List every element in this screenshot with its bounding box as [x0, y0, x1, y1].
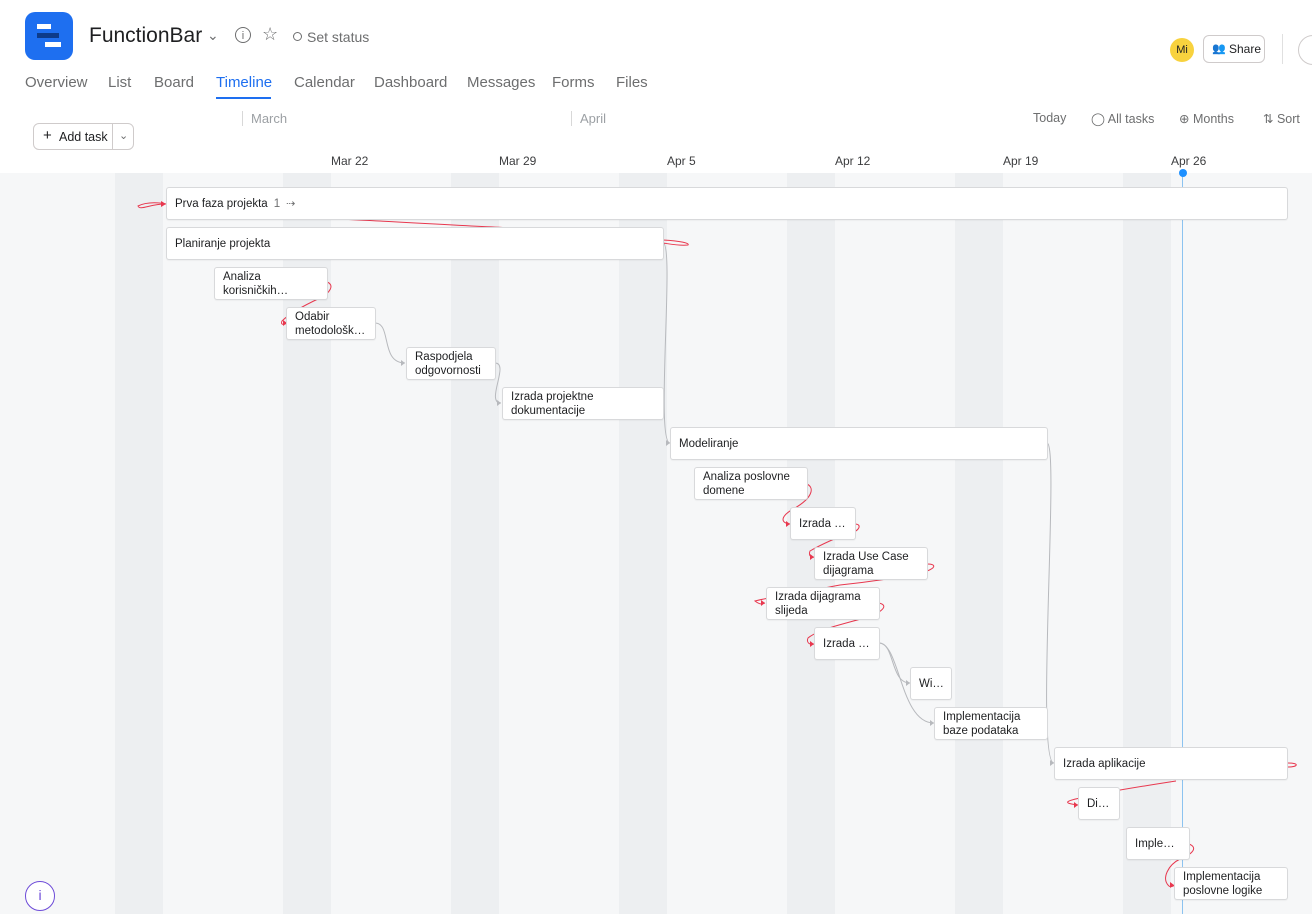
week-label: Apr 26 — [1171, 154, 1207, 168]
subtask-count: 1 — [273, 197, 281, 210]
people-icon: 👥 — [1212, 43, 1226, 55]
button-divider — [112, 124, 113, 149]
project-title[interactable]: FunctionBar — [89, 24, 202, 48]
info-icon[interactable]: i — [25, 881, 55, 911]
task-bar[interactable]: Analiza korisničkih… — [214, 267, 328, 300]
task-bar[interactable]: Izrada projektne dokumentacije — [502, 387, 664, 420]
task-bar[interactable]: Analiza poslovne domene — [694, 467, 808, 500]
dependency-line-conflict — [662, 239, 689, 246]
zoom-icon: ⊕ — [1179, 112, 1193, 126]
task-bar[interactable]: Izrada dijagrama slijeda — [766, 587, 880, 620]
task-bar[interactable]: Izrada … — [790, 507, 856, 540]
task-bar[interactable]: Implementacija poslovne logike — [1174, 867, 1288, 900]
sort-button[interactable]: ⇅ Sort — [1263, 111, 1300, 126]
star-icon[interactable]: ☆ — [262, 24, 278, 45]
project-header: FunctionBar ⌄ i ☆ Set status Mi 👥 Share … — [0, 0, 1312, 101]
task-bar[interactable]: Wi… — [910, 667, 952, 700]
status-dot-icon — [293, 32, 302, 41]
chevron-down-icon[interactable]: ⌄ — [119, 129, 128, 142]
week-label: Apr 19 — [1003, 154, 1039, 168]
search-icon[interactable] — [1298, 35, 1312, 65]
dependency-line — [662, 242, 671, 444]
set-status-button[interactable]: Set status — [293, 29, 369, 45]
tab-timeline[interactable]: Timeline — [216, 74, 272, 91]
tab-forms[interactable]: Forms — [552, 74, 595, 91]
tab-board[interactable]: Board — [154, 74, 194, 91]
task-bar[interactable]: Izrada aplikacije — [1054, 747, 1288, 780]
task-bar[interactable]: Odabir metodološk… — [286, 307, 376, 340]
week-label: Apr 5 — [667, 154, 696, 168]
task-bar[interactable]: Di… — [1078, 787, 1120, 820]
check-circle-icon: ◯ — [1091, 112, 1108, 126]
task-bar[interactable]: Imple… — [1126, 827, 1190, 860]
month-label-april: April — [571, 111, 606, 126]
week-label: Apr 12 — [835, 154, 871, 168]
sort-icon: ⇅ — [1263, 112, 1277, 126]
dependency-line-conflict — [1287, 762, 1297, 768]
month-label-march: March — [242, 111, 287, 126]
task-bar[interactable]: Izrada Use Case dijagrama — [814, 547, 928, 580]
arrow-head — [401, 360, 405, 366]
tab-messages[interactable]: Messages — [467, 74, 535, 91]
project-icon[interactable] — [25, 12, 73, 60]
task-bar[interactable]: Prva faza projekta 1 ⇢ — [166, 187, 1288, 220]
week-label: Mar 29 — [499, 154, 537, 168]
add-task-button[interactable]: + Add task ⌄ — [33, 123, 134, 150]
tab-list[interactable]: List — [108, 74, 131, 91]
week-label: Mar 22 — [331, 154, 369, 168]
all-tasks-filter[interactable]: ◯ All tasks — [1091, 111, 1154, 126]
today-button[interactable]: Today — [1033, 111, 1066, 125]
tab-files[interactable]: Files — [616, 74, 648, 91]
dependency-line — [374, 322, 406, 364]
arrow-head — [761, 600, 765, 606]
task-bar[interactable]: Modeliranje — [670, 427, 1048, 460]
task-bar[interactable]: Raspodjela odgovornosti — [406, 347, 496, 380]
tab-overview[interactable]: Overview — [25, 74, 88, 91]
info-icon[interactable]: i — [235, 27, 251, 43]
plus-icon: + — [43, 127, 52, 144]
arrow-head — [497, 400, 501, 406]
active-tab-indicator — [216, 97, 271, 99]
header-divider — [1282, 34, 1283, 64]
subtask-icon: ⇢ — [286, 197, 296, 210]
tab-dashboard[interactable]: Dashboard — [374, 74, 447, 91]
share-button[interactable]: 👥 Share — [1203, 35, 1265, 63]
chevron-down-icon[interactable]: ⌄ — [207, 27, 219, 44]
months-zoom-button[interactable]: ⊕ Months — [1179, 111, 1234, 126]
tab-calendar[interactable]: Calendar — [294, 74, 355, 91]
task-bar[interactable]: Implementacija baze podataka — [934, 707, 1048, 740]
task-bar[interactable]: Izrada … — [814, 627, 880, 660]
task-bar[interactable]: Planiranje projekta — [166, 227, 664, 260]
avatar[interactable]: Mi — [1170, 38, 1194, 62]
